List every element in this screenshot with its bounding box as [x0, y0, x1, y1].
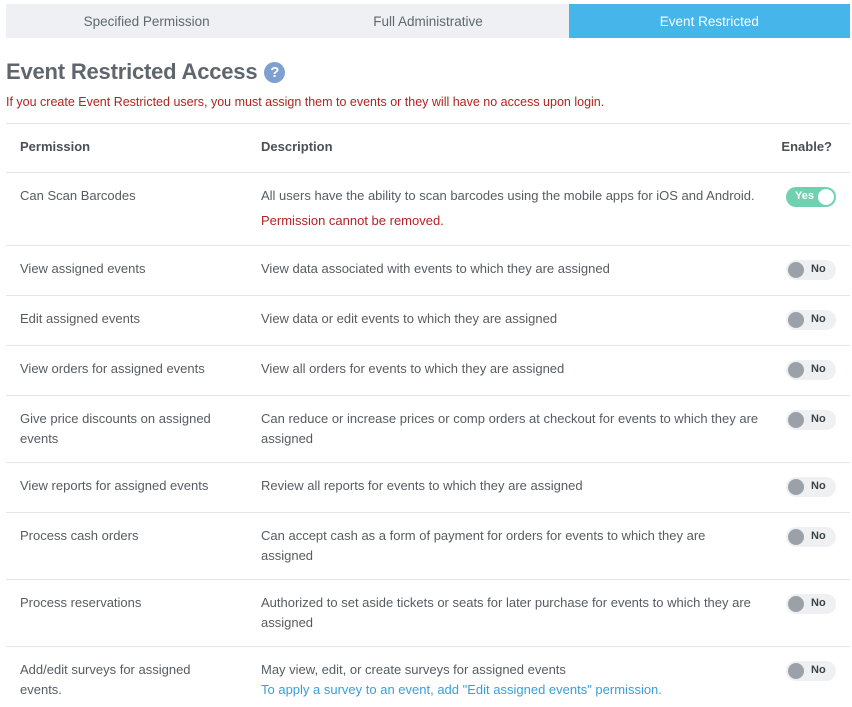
toggle-knob [818, 189, 834, 205]
permission-name: Process cash orders [20, 528, 139, 543]
permission-name: Can Scan Barcodes [20, 188, 136, 203]
toggle-knob [788, 412, 804, 428]
permissions-table: Permission Description Enable? Can Scan … [6, 123, 850, 707]
tab-event-restricted[interactable]: Event Restricted [568, 4, 850, 38]
toggle-knob [788, 663, 804, 679]
permission-name: View assigned events [20, 261, 146, 276]
permission-description: View all orders for events to which they… [261, 361, 565, 376]
page-title: Event Restricted Access [6, 59, 258, 84]
toggle-knob [788, 312, 804, 328]
survey-help-link[interactable]: To apply a survey to an event, add "Edit… [261, 680, 761, 700]
title-row: Event Restricted Access ? [6, 58, 286, 86]
toggle-label: No [811, 597, 826, 609]
table-row: Add/edit surveys for assigned events. Ma… [6, 646, 850, 707]
enable-toggle[interactable]: Yes [786, 187, 836, 207]
table-row: View reports for assigned events Review … [6, 462, 850, 512]
enable-toggle[interactable]: No [786, 594, 836, 614]
table-row: Can Scan Barcodes All users have the abi… [6, 172, 850, 245]
permission-description: View data or edit events to which they a… [261, 311, 558, 326]
toggle-label: Yes [795, 190, 814, 202]
toggle-label: No [811, 664, 826, 676]
header-permission: Permission [20, 139, 91, 154]
permission-name: Give price discounts on assigned events [20, 411, 211, 446]
toggle-knob [788, 262, 804, 278]
table-row: Process cash orders Can accept cash as a… [6, 512, 850, 579]
warning-message: If you create Event Restricted users, yo… [6, 95, 605, 109]
tab-full-administrative[interactable]: Full Administrative [287, 4, 568, 38]
permission-description: Review all reports for events to which t… [261, 478, 583, 493]
toggle-label: No [811, 413, 826, 425]
enable-toggle[interactable]: No [786, 260, 836, 280]
permission-name: View orders for assigned events [20, 361, 205, 376]
table-row: View assigned events View data associate… [6, 245, 850, 295]
help-icon[interactable]: ? [264, 61, 286, 83]
table-row: Edit assigned events View data or edit e… [6, 295, 850, 345]
toggle-label: No [811, 530, 826, 542]
permission-description: All users have the ability to scan barco… [261, 186, 761, 231]
toggle-knob [788, 529, 804, 545]
permission-name: Add/edit surveys for assigned events. [20, 662, 191, 697]
header-description: Description [261, 139, 333, 154]
enable-toggle[interactable]: No [786, 527, 836, 547]
permission-description: Can reduce or increase prices or comp or… [261, 411, 759, 446]
toggle-knob [788, 479, 804, 495]
enable-toggle[interactable]: No [786, 360, 836, 380]
permission-description: Authorized to set aside tickets or seats… [261, 595, 751, 630]
table-row: Give price discounts on assigned events … [6, 395, 850, 462]
toggle-label: No [811, 363, 826, 375]
header-enable: Enable? [781, 139, 832, 154]
table-header-row: Permission Description Enable? [6, 123, 850, 172]
permission-note: Permission cannot be removed. [261, 213, 444, 228]
permission-description: View data associated with events to whic… [261, 261, 610, 276]
tab-specified-permission[interactable]: Specified Permission [6, 4, 287, 38]
permission-description: Can accept cash as a form of payment for… [261, 528, 706, 563]
description-text: All users have the ability to scan barco… [261, 188, 755, 203]
permission-description: May view, edit, or create surveys for as… [261, 660, 761, 700]
toggle-label: No [811, 480, 826, 492]
permission-name: View reports for assigned events [20, 478, 209, 493]
enable-toggle[interactable]: No [786, 310, 836, 330]
description-text: May view, edit, or create surveys for as… [261, 662, 566, 677]
permission-name: Edit assigned events [20, 311, 140, 326]
toggle-knob [788, 362, 804, 378]
toggle-knob [788, 596, 804, 612]
enable-toggle[interactable]: No [786, 477, 836, 497]
permission-tabs: Specified Permission Full Administrative… [6, 4, 850, 38]
enable-toggle[interactable]: No [786, 410, 836, 430]
table-row: View orders for assigned events View all… [6, 345, 850, 395]
toggle-label: No [811, 263, 826, 275]
table-row: Process reservations Authorized to set a… [6, 579, 850, 646]
permission-name: Process reservations [20, 595, 142, 610]
toggle-label: No [811, 313, 826, 325]
enable-toggle[interactable]: No [786, 661, 836, 681]
